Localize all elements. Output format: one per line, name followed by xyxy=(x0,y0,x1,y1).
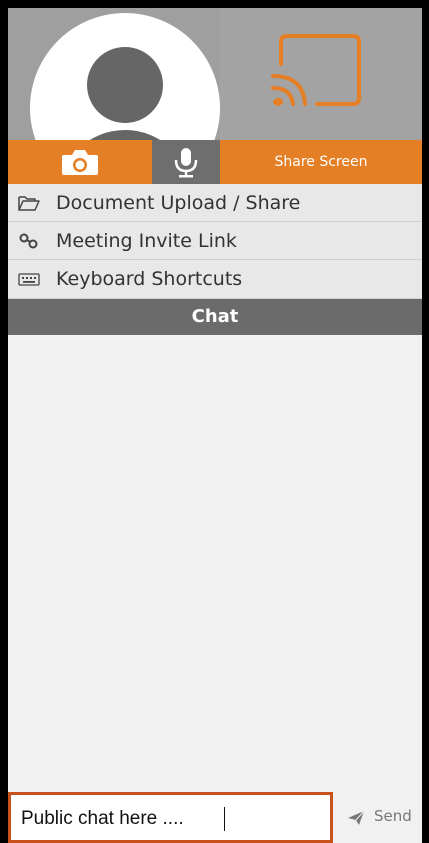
send-button[interactable]: Send xyxy=(333,792,422,843)
control-bar: Share Screen xyxy=(8,140,422,184)
camera-button[interactable] xyxy=(8,140,152,184)
share-screen-button[interactable]: Share Screen xyxy=(220,140,422,184)
participant-video-tile[interactable] xyxy=(8,8,220,140)
chat-input-container xyxy=(8,792,333,843)
camera-icon xyxy=(62,150,98,175)
paper-plane-icon xyxy=(348,810,365,825)
menu-item-label: Meeting Invite Link xyxy=(56,230,237,252)
send-label: Send xyxy=(374,807,412,825)
cast-icon xyxy=(271,34,361,106)
avatar-head xyxy=(87,47,163,123)
screen-share-tile[interactable] xyxy=(221,8,422,140)
text-cursor xyxy=(224,807,225,831)
menu-item-label: Document Upload / Share xyxy=(56,192,301,214)
menu-item-keyboard-shortcuts[interactable]: Keyboard Shortcuts xyxy=(8,260,422,299)
chat-input[interactable] xyxy=(15,801,315,837)
chat-header: Chat xyxy=(8,299,422,335)
avatar-body xyxy=(58,130,192,140)
avatar xyxy=(30,13,220,140)
folder-open-icon xyxy=(18,196,40,211)
menu-item-label: Keyboard Shortcuts xyxy=(56,268,243,290)
microphone-button[interactable] xyxy=(152,140,220,184)
video-area xyxy=(8,8,422,140)
keyboard-icon xyxy=(18,273,40,286)
chat-messages[interactable] xyxy=(8,335,422,792)
menu-item-document-upload[interactable]: Document Upload / Share xyxy=(8,184,422,222)
menu-item-invite-link[interactable]: Meeting Invite Link xyxy=(8,222,422,260)
microphone-icon xyxy=(174,148,198,178)
meeting-sidebar: Share Screen Document Upload / Share Mee… xyxy=(8,8,422,843)
link-icon xyxy=(19,233,38,249)
